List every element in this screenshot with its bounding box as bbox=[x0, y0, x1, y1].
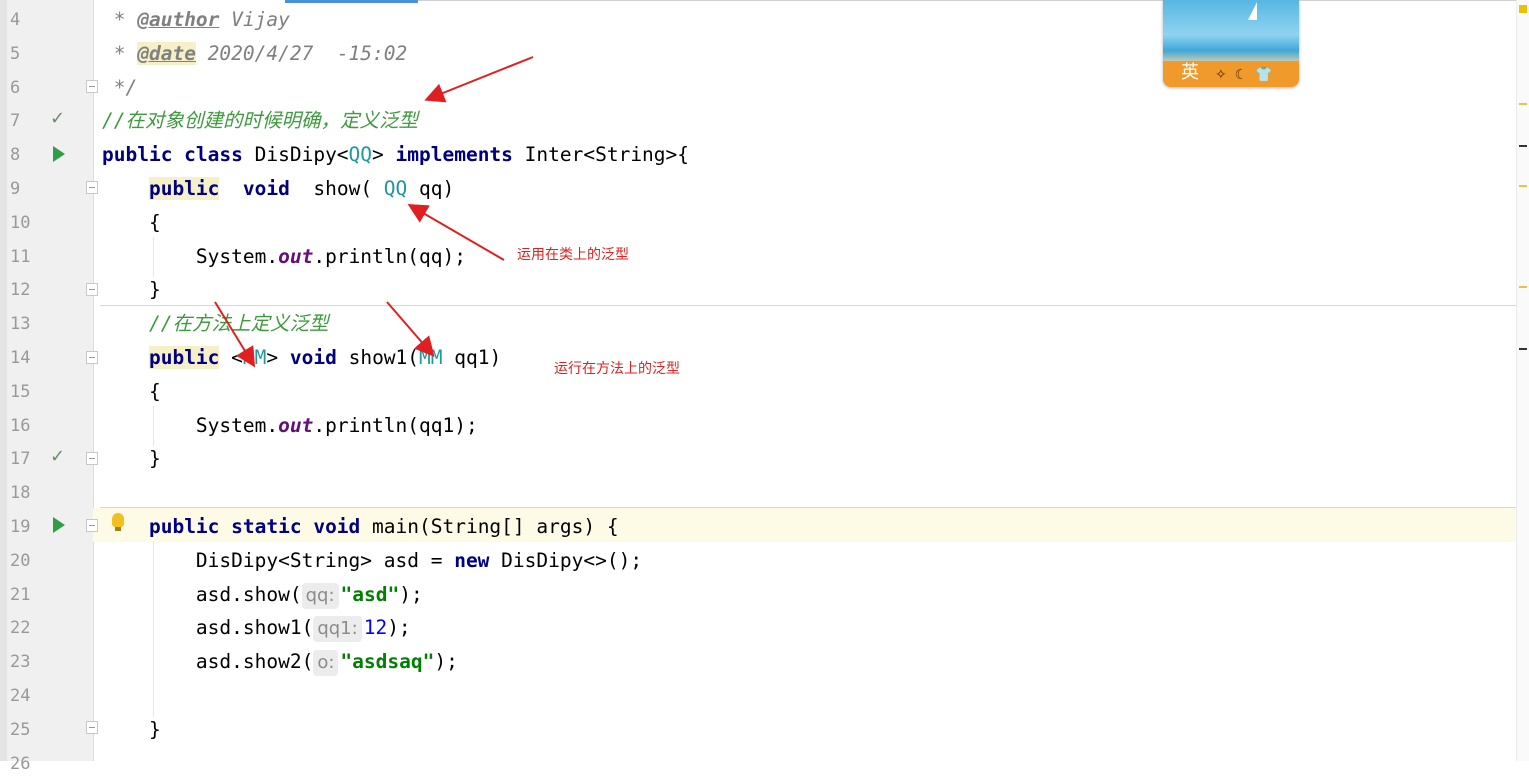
sailboat-icon bbox=[1248, 2, 1257, 20]
editor-scrollbar[interactable] bbox=[1516, 0, 1529, 761]
ime-language-toggle[interactable]: 英 bbox=[1181, 58, 1199, 84]
error-marker[interactable] bbox=[1519, 348, 1527, 350]
warning-marker[interactable] bbox=[1519, 286, 1527, 288]
method-generic-annotation: 运行在方法上的泛型 bbox=[554, 361, 680, 377]
arrow-to-comment bbox=[424, 56, 534, 103]
ime-icons[interactable]: ✧☾👕 bbox=[1215, 67, 1281, 83]
warning-marker[interactable] bbox=[1519, 185, 1527, 187]
class-generic-annotation: 运用在类上的泛型 bbox=[517, 247, 629, 263]
ime-toolbar[interactable]: 英 ✧☾👕 bbox=[1163, 0, 1299, 87]
error-marker[interactable] bbox=[1519, 145, 1527, 147]
warning-marker[interactable] bbox=[1519, 103, 1527, 105]
annotation-arrows bbox=[214, 56, 534, 368]
arrow-to-qq bbox=[407, 203, 505, 261]
arrow-to-mm-decl bbox=[214, 301, 256, 368]
inspection-status-icon[interactable] bbox=[1519, 5, 1527, 13]
arrow-to-mm-param bbox=[386, 301, 435, 358]
